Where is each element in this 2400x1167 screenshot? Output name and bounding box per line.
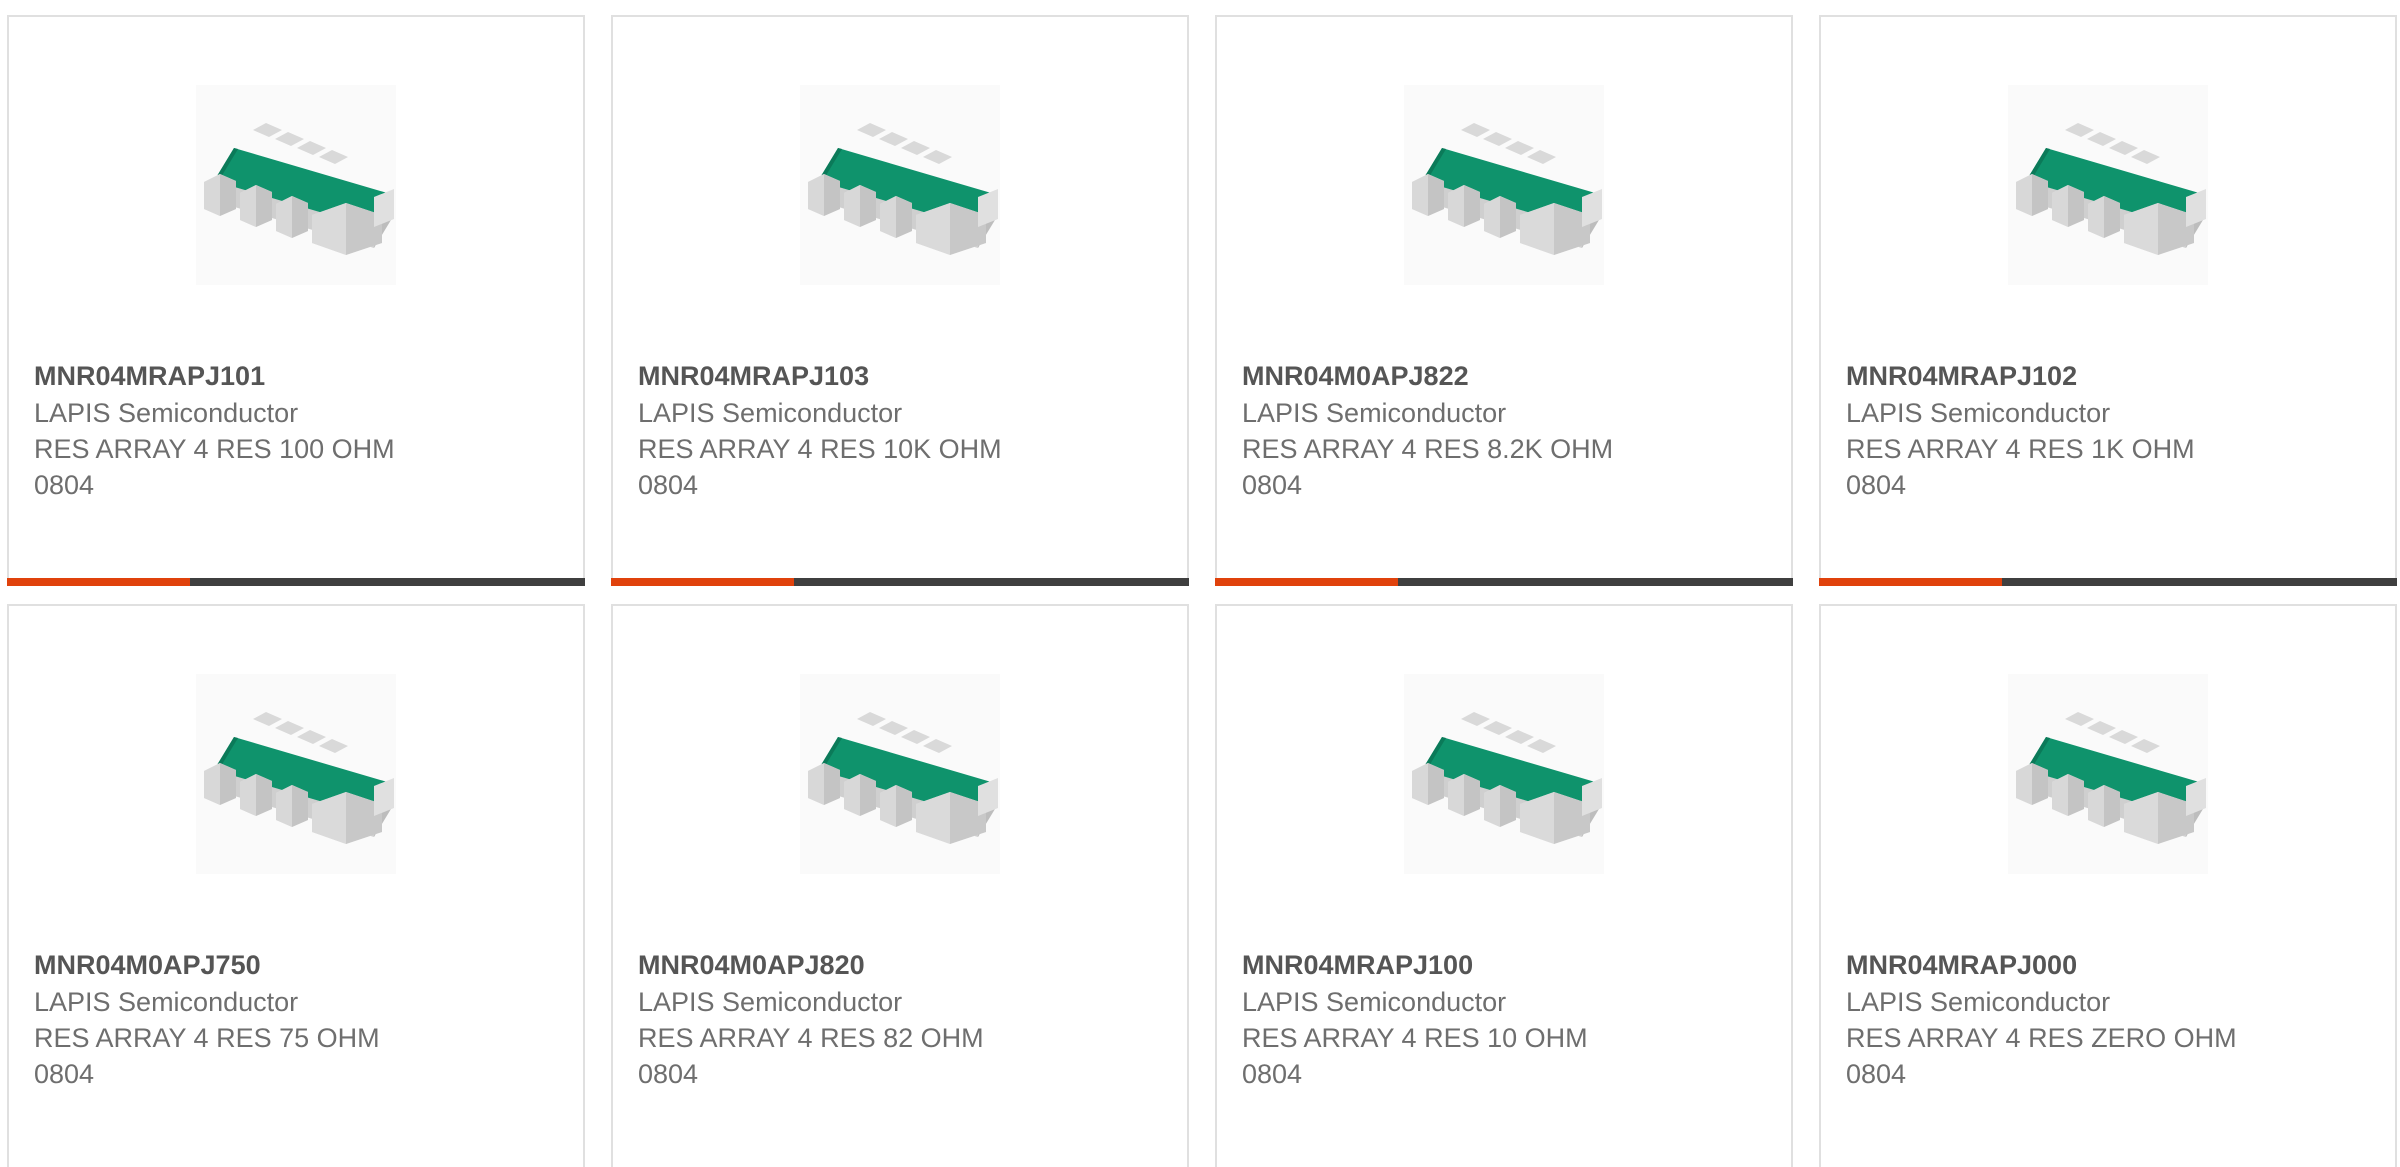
resistor-array-chip-icon[interactable] bbox=[196, 85, 396, 285]
package-size: 0804 bbox=[1846, 1059, 1907, 1089]
accent-bar bbox=[1819, 578, 2397, 586]
resistor-array-chip-icon[interactable] bbox=[1404, 85, 1604, 285]
part-number-link[interactable]: MNR04MRAPJ000 bbox=[1846, 947, 2375, 984]
part-number-link[interactable]: MNR04MRAPJ102 bbox=[1846, 358, 2375, 395]
accent-bar-fill bbox=[1215, 578, 1398, 586]
resistor-array-chip-icon[interactable] bbox=[1404, 674, 1604, 874]
product-card[interactable]: MNR04MRAPJ101 LAPIS Semiconductor RES AR… bbox=[7, 15, 585, 586]
manufacturer: LAPIS Semiconductor bbox=[638, 987, 903, 1017]
product-card[interactable]: MNR04MRAPJ103 LAPIS Semiconductor RES AR… bbox=[611, 15, 1189, 586]
part-number-link[interactable]: MNR04M0APJ822 bbox=[1242, 358, 1771, 395]
resistor-array-chip-icon[interactable] bbox=[2008, 85, 2208, 285]
description: RES ARRAY 4 RES 82 OHM bbox=[638, 1023, 984, 1053]
accent-bar-fill bbox=[611, 578, 794, 586]
part-number-link[interactable]: MNR04MRAPJ101 bbox=[34, 358, 563, 395]
part-number-link[interactable]: MNR04M0APJ750 bbox=[34, 947, 563, 984]
package-size: 0804 bbox=[1242, 470, 1303, 500]
product-card[interactable]: MNR04M0APJ820 LAPIS Semiconductor RES AR… bbox=[611, 604, 1189, 1167]
product-card[interactable]: MNR04M0APJ750 LAPIS Semiconductor RES AR… bbox=[7, 604, 585, 1167]
resistor-array-chip-icon[interactable] bbox=[800, 85, 1000, 285]
description: RES ARRAY 4 RES 10 OHM bbox=[1242, 1023, 1588, 1053]
description: RES ARRAY 4 RES 10K OHM bbox=[638, 434, 1002, 464]
description: RES ARRAY 4 RES 100 OHM bbox=[34, 434, 395, 464]
product-card[interactable]: MNR04MRAPJ102 LAPIS Semiconductor RES AR… bbox=[1819, 15, 2397, 586]
accent-bar bbox=[1215, 578, 1793, 586]
product-grid: MNR04MRAPJ101 LAPIS Semiconductor RES AR… bbox=[0, 0, 2400, 1167]
package-size: 0804 bbox=[34, 1059, 95, 1089]
description: RES ARRAY 4 RES 75 OHM bbox=[34, 1023, 380, 1053]
part-number-link[interactable]: MNR04M0APJ820 bbox=[638, 947, 1167, 984]
manufacturer: LAPIS Semiconductor bbox=[34, 987, 299, 1017]
package-size: 0804 bbox=[34, 470, 95, 500]
package-size: 0804 bbox=[638, 470, 699, 500]
product-card[interactable]: MNR04MRAPJ100 LAPIS Semiconductor RES AR… bbox=[1215, 604, 1793, 1167]
manufacturer: LAPIS Semiconductor bbox=[1242, 987, 1507, 1017]
package-size: 0804 bbox=[1846, 470, 1907, 500]
manufacturer: LAPIS Semiconductor bbox=[1846, 987, 2111, 1017]
accent-bar bbox=[611, 578, 1189, 586]
product-card[interactable]: MNR04M0APJ822 LAPIS Semiconductor RES AR… bbox=[1215, 15, 1793, 586]
manufacturer: LAPIS Semiconductor bbox=[638, 398, 903, 428]
description: RES ARRAY 4 RES 8.2K OHM bbox=[1242, 434, 1614, 464]
part-number-link[interactable]: MNR04MRAPJ100 bbox=[1242, 947, 1771, 984]
accent-bar-fill bbox=[7, 578, 190, 586]
package-size: 0804 bbox=[638, 1059, 699, 1089]
description: RES ARRAY 4 RES 1K OHM bbox=[1846, 434, 2195, 464]
part-number-link[interactable]: MNR04MRAPJ103 bbox=[638, 358, 1167, 395]
accent-bar bbox=[7, 578, 585, 586]
manufacturer: LAPIS Semiconductor bbox=[1846, 398, 2111, 428]
product-card[interactable]: MNR04MRAPJ000 LAPIS Semiconductor RES AR… bbox=[1819, 604, 2397, 1167]
manufacturer: LAPIS Semiconductor bbox=[34, 398, 299, 428]
package-size: 0804 bbox=[1242, 1059, 1303, 1089]
resistor-array-chip-icon[interactable] bbox=[800, 674, 1000, 874]
accent-bar-fill bbox=[1819, 578, 2002, 586]
manufacturer: LAPIS Semiconductor bbox=[1242, 398, 1507, 428]
description: RES ARRAY 4 RES ZERO OHM bbox=[1846, 1023, 2237, 1053]
resistor-array-chip-icon[interactable] bbox=[196, 674, 396, 874]
resistor-array-chip-icon[interactable] bbox=[2008, 674, 2208, 874]
